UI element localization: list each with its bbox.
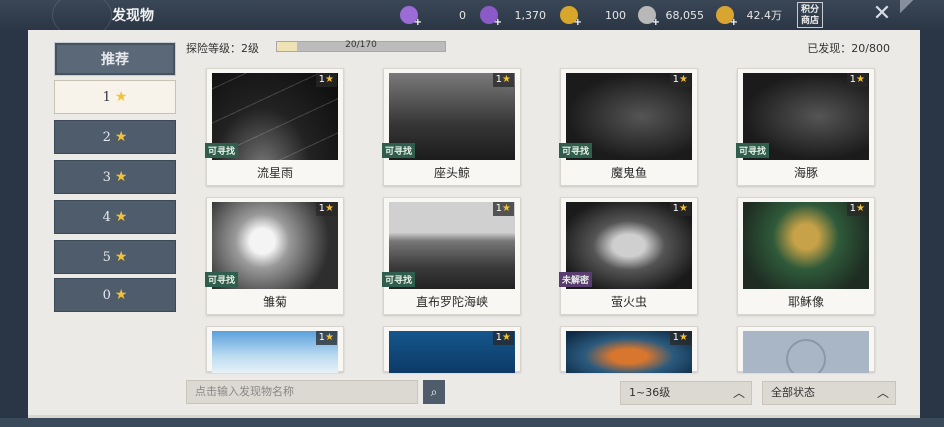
- tab-recommended[interactable]: 推荐: [54, 42, 176, 76]
- star-icon: ★: [114, 209, 128, 225]
- tab-rarity-4[interactable]: 4 ★: [54, 200, 176, 234]
- rarity-badge: 1★: [315, 73, 337, 87]
- status-tag: 可寻找: [205, 272, 239, 287]
- discovery-card[interactable]: 1★: [383, 326, 521, 373]
- star-icon: ★: [502, 74, 511, 85]
- tab-rarity-1[interactable]: 1 ★: [54, 80, 176, 114]
- rarity-badge: 1★: [846, 202, 868, 216]
- chevron-up-icon: ︿: [732, 386, 745, 400]
- star-icon: ★: [325, 74, 334, 85]
- discovery-name: 雏菊: [262, 295, 287, 309]
- discovery-card[interactable]: 1★ 可寻找雏菊: [205, 197, 344, 315]
- search-icon: ⌕: [430, 385, 438, 399]
- resource-silver-coin[interactable]: 68,055: [638, 6, 704, 28]
- resource-gold-coin[interactable]: 100: [560, 6, 626, 28]
- tab-rarity-3[interactable]: 3 ★: [54, 160, 176, 194]
- rarity-badge: 1★: [492, 202, 514, 216]
- tab-rarity-5[interactable]: 5 ★: [54, 240, 176, 274]
- discovery-image: [743, 331, 869, 373]
- discovery-name: 萤火虫: [610, 295, 647, 309]
- rarity-badge: 1★: [492, 331, 514, 345]
- purple-crystal-icon: [480, 6, 502, 28]
- tab-rarity-2[interactable]: 2 ★: [54, 120, 176, 154]
- discovery-name: 直布罗陀海峡: [415, 295, 488, 309]
- corner-decoration: [900, 0, 944, 30]
- points-shop-button[interactable]: 积分 商店: [797, 2, 823, 28]
- resource-gold-ingot[interactable]: 42.4万: [716, 6, 782, 28]
- discovery-name: 流星雨: [256, 166, 293, 180]
- top-bar: 发现物 0 1,370 100 68,055 42.4万 积分 商店 ✕: [0, 0, 944, 38]
- discovery-card[interactable]: 1★: [560, 326, 698, 373]
- star-icon: ★: [325, 332, 334, 343]
- exploration-level-label: 探险等级：2级: [186, 42, 259, 55]
- status-tag: 可寻找: [736, 143, 770, 158]
- locked-emblem-icon: [786, 339, 826, 373]
- star-icon: ★: [114, 249, 128, 265]
- status-tag: 可寻找: [559, 143, 593, 158]
- tab-rarity-0[interactable]: 0 ★: [54, 278, 176, 312]
- chevron-up-icon: ︿: [876, 386, 889, 400]
- star-icon: ★: [856, 203, 865, 214]
- status-tag: 可寻找: [382, 143, 416, 158]
- search-button[interactable]: ⌕: [423, 380, 445, 404]
- discovery-card[interactable]: 1★ 耶稣像: [737, 197, 875, 315]
- discovery-name: 耶稣像: [787, 295, 824, 309]
- discovery-card[interactable]: 1★ 可寻找直布罗陀海峡: [382, 197, 521, 315]
- discovery-name: 海豚: [793, 166, 818, 180]
- status-filter-dropdown[interactable]: 全部状态 ︿: [762, 381, 896, 405]
- status-tag: 可寻找: [382, 272, 416, 287]
- gold-ingot-icon: [716, 6, 738, 28]
- discovery-card[interactable]: 1★ 可寻找魔鬼鱼: [559, 68, 698, 186]
- star-icon: ★: [114, 169, 128, 185]
- discovery-name: 座头鲸: [433, 166, 470, 180]
- level-filter-dropdown[interactable]: 1~36级 ︿: [620, 381, 752, 405]
- rarity-badge: 1★: [669, 73, 691, 87]
- star-icon: ★: [114, 89, 128, 105]
- discovered-count: 已发现：20/800: [807, 42, 890, 55]
- rarity-badge: 1★: [492, 73, 514, 87]
- discovery-name: 魔鬼鱼: [610, 166, 647, 180]
- discovery-card[interactable]: 1★ 可寻找海豚: [736, 68, 875, 186]
- resource-purple-gem[interactable]: 0: [400, 6, 466, 28]
- silver-coin-icon: [638, 6, 660, 28]
- purple-gem-icon: [400, 6, 422, 28]
- status-tag: 可寻找: [205, 143, 239, 158]
- exploration-progress-bar: 20/170: [276, 40, 446, 52]
- star-icon: ★: [856, 74, 865, 85]
- star-icon: ★: [679, 332, 688, 343]
- star-icon: ★: [502, 332, 511, 343]
- exploration-progress-text: 20/170: [345, 40, 377, 50]
- discovery-panel: 推荐 1 ★ 2 ★ 3 ★ 4 ★ 5 ★ 0 ★ 探险等级：2级 20/170 已发现：…: [28, 30, 920, 418]
- star-icon: ★: [679, 74, 688, 85]
- search-input[interactable]: 点击输入发现物名称: [186, 380, 418, 404]
- star-icon: ★: [114, 129, 128, 145]
- resource-purple-crystal[interactable]: 1,370: [480, 6, 546, 28]
- star-icon: ★: [679, 203, 688, 214]
- discovery-card[interactable]: [737, 326, 875, 373]
- page-title: 发现物: [112, 8, 154, 24]
- rarity-badge: 1★: [315, 202, 337, 216]
- star-icon: ★: [502, 203, 511, 214]
- star-icon: ★: [325, 203, 334, 214]
- star-icon: ★: [114, 287, 128, 303]
- rarity-badge: 1★: [669, 202, 691, 216]
- discovery-card[interactable]: 1★ 未解密萤火虫: [559, 197, 698, 315]
- discovery-card[interactable]: 1★ 可寻找座头鲸: [382, 68, 521, 186]
- gold-coin-icon: [560, 6, 582, 28]
- status-tag: 未解密: [559, 272, 593, 287]
- discovery-card[interactable]: 1★: [206, 326, 344, 373]
- rarity-badge: 1★: [315, 331, 337, 345]
- discovery-card[interactable]: 1★ 可寻找流星雨: [205, 68, 344, 186]
- rarity-badge: 1★: [846, 73, 868, 87]
- rarity-badge: 1★: [669, 331, 691, 345]
- bottom-strip: [0, 418, 944, 427]
- close-button[interactable]: ✕: [868, 2, 896, 28]
